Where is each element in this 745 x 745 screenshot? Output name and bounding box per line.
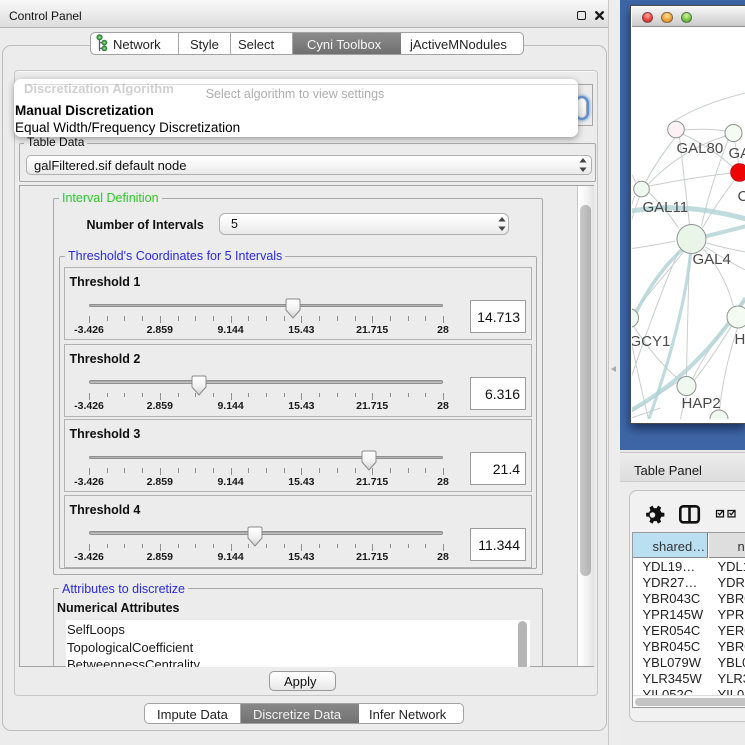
- svg-text:HI: HI: [734, 331, 745, 348]
- svg-text:GCY1: GCY1: [632, 333, 670, 350]
- svg-text:C: C: [737, 188, 745, 205]
- svg-text:GAL4: GAL4: [692, 251, 730, 268]
- svg-text:HAP2: HAP2: [681, 395, 720, 412]
- svg-text:GAL11: GAL11: [642, 199, 688, 216]
- svg-text:GAL80: GAL80: [676, 140, 723, 157]
- svg-text:GA: GA: [728, 145, 745, 162]
